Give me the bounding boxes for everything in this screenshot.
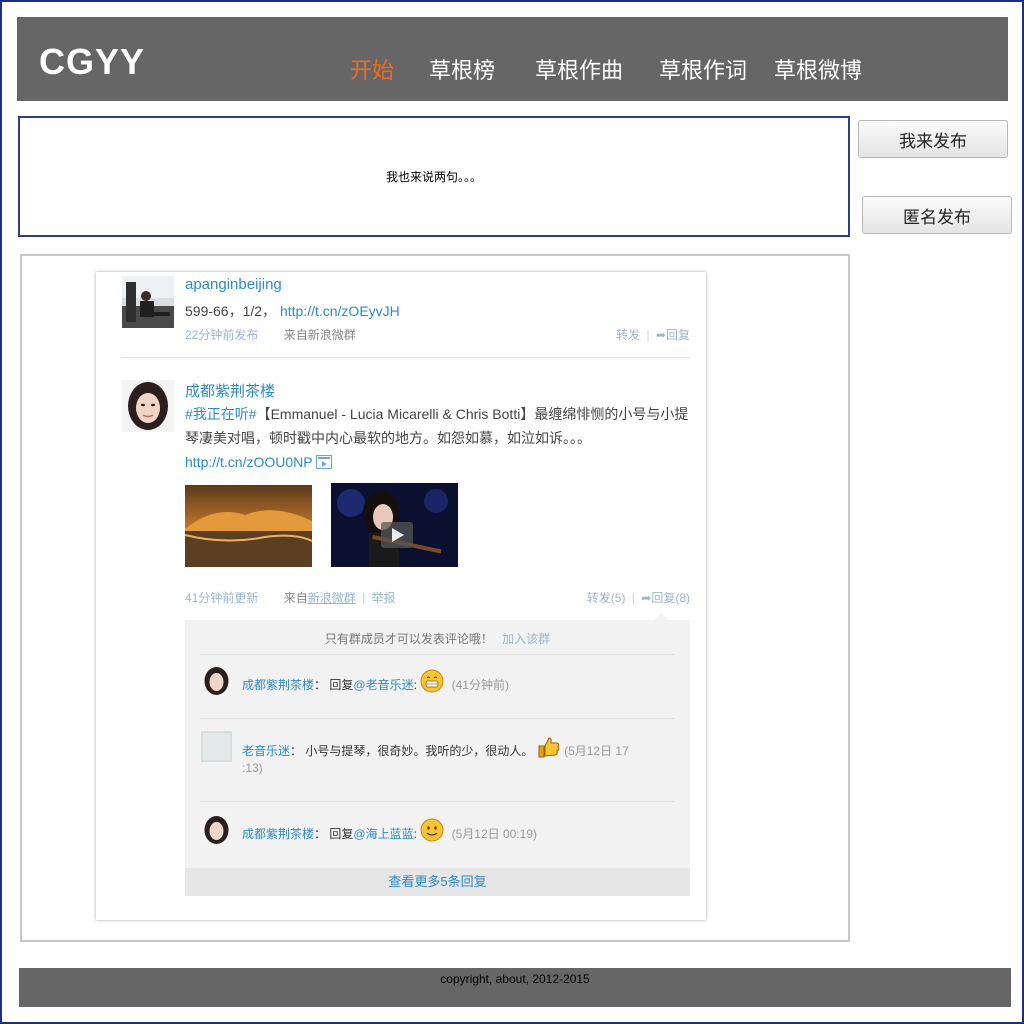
post2-topic[interactable]: #我正在听# xyxy=(185,406,257,422)
post1-source[interactable]: 新浪微群 xyxy=(308,328,356,342)
post1-link[interactable]: http://t.cn/zOEyvJH xyxy=(280,303,400,319)
post1-meta: 22分钟前发布 来自新浪微群 xyxy=(185,326,356,343)
post2-meta: 41分钟前更新 来自新浪微群 | 举报 xyxy=(185,591,396,605)
comments-notice-text: 只有群成员才可以发表评论哦！ xyxy=(324,632,493,646)
comment3-time: (5月12日 00:19) xyxy=(451,827,537,841)
post1-source-prefix: 来自 xyxy=(283,328,308,342)
reply-arrow-icon: ➦ xyxy=(655,328,666,342)
post2-source-prefix: 来自 xyxy=(283,591,308,605)
weibo-card: apanginbeijing 599-66，1/2， http://t.cn/z… xyxy=(96,272,706,920)
post1-text: 599-66，1/2， http://t.cn/zOEyvJH xyxy=(185,299,400,323)
comment3: 成都紫荆茶楼： 回复@海上蓝蓝: (5月12日 00:19) xyxy=(242,818,537,849)
nav-start[interactable]: 开始 xyxy=(350,53,394,85)
post2-source[interactable]: 新浪微群 xyxy=(308,591,356,605)
footer: copyright, about, 2012-2015 xyxy=(19,968,1011,1007)
comment1-avatar[interactable] xyxy=(201,665,232,696)
publish-button[interactable]: 我来发布 xyxy=(858,120,1008,158)
video-link-icon[interactable] xyxy=(316,452,333,476)
post2-video-thumbnail[interactable] xyxy=(331,483,458,567)
nav-weibo[interactable]: 草根微博 xyxy=(774,53,862,85)
comment1-sep: ： xyxy=(314,678,327,692)
post1-reply[interactable]: 回复 xyxy=(666,328,690,342)
comment2-text: 小号与提琴，很奇妙。我听的少，很动人。 xyxy=(305,744,534,758)
footer-text: copyright, about, 2012-2015 xyxy=(440,972,590,986)
comment2: 老音乐迷： 小号与提琴，很奇妙。我听的少，很动人。 (5月12日 17 xyxy=(242,735,629,766)
comments-divider xyxy=(200,718,675,719)
comment2-sep: ： xyxy=(290,744,303,758)
nav-lyrics[interactable]: 草根作词 xyxy=(659,53,747,85)
comments-panel: 只有群成员才可以发表评论哦！ 加入该群 成都紫荆茶楼： 回复@老音乐迷: (41… xyxy=(185,613,690,896)
post1-username[interactable]: apanginbeijing xyxy=(185,276,282,293)
post2-actions: 转发(5) | ➦回复(8) xyxy=(586,591,690,605)
comment3-text: 回复 xyxy=(329,827,354,841)
post2-username[interactable]: 成都紫荆茶楼 xyxy=(185,380,275,401)
comment1-user[interactable]: 成都紫荆茶楼 xyxy=(242,678,314,692)
comment1: 成都紫荆茶楼： 回复@老音乐迷: (41分钟前) xyxy=(242,669,509,700)
post1-avatar[interactable] xyxy=(122,276,174,328)
post2-image-landscape[interactable] xyxy=(185,485,312,567)
comments-notice: 只有群成员才可以发表评论哦！ 加入该群 xyxy=(185,630,690,647)
site-logo[interactable]: CGYY xyxy=(39,41,145,83)
comment1-colon: : xyxy=(413,678,417,692)
comment3-colon: : xyxy=(413,827,417,841)
post2-avatar[interactable] xyxy=(122,380,174,432)
header-bar: CGYY 开始 草根榜 草根作曲 草根作词 草根微博 xyxy=(17,17,1008,101)
compose-placeholder: 我也来说两句。。。 xyxy=(385,170,482,184)
comments-divider xyxy=(200,654,675,655)
comment3-mention[interactable]: @海上蓝蓝 xyxy=(353,827,413,841)
comment2-time-wrap: :13) xyxy=(242,757,263,779)
compose-textarea[interactable]: 我也来说两句。。。 xyxy=(18,116,850,237)
post1-text-prefix: 599-66，1/2， xyxy=(185,303,277,319)
post2-reply[interactable]: 回复(8) xyxy=(651,591,690,605)
nav-compose[interactable]: 草根作曲 xyxy=(535,53,623,85)
comment3-user[interactable]: 成都紫荆茶楼 xyxy=(242,827,314,841)
comments-divider xyxy=(200,801,675,802)
post2-repost[interactable]: 转发(5) xyxy=(587,591,626,605)
comment3-sep: ： xyxy=(314,827,327,841)
comment2-time-b: :13) xyxy=(242,761,263,775)
reply-arrow-icon: ➦ xyxy=(641,591,652,605)
comment1-text: 回复 xyxy=(329,678,354,692)
comment1-time: (41分钟前) xyxy=(451,678,509,692)
grin-emoji-icon xyxy=(420,669,444,700)
comment1-mention[interactable]: @老音乐迷 xyxy=(353,678,413,692)
nav-chart[interactable]: 草根榜 xyxy=(429,53,495,85)
post-divider xyxy=(122,357,690,358)
feed-container: apanginbeijing 599-66，1/2， http://t.cn/z… xyxy=(20,254,850,942)
post1-actions: 转发 | ➦回复 xyxy=(616,328,690,342)
post2-link-start[interactable]: http xyxy=(185,454,208,470)
post2-time[interactable]: 41分钟前更新 xyxy=(185,591,258,605)
join-group-link[interactable]: 加入该群 xyxy=(502,632,550,646)
post1-repost[interactable]: 转发 xyxy=(616,328,640,342)
comment3-avatar[interactable] xyxy=(201,814,232,845)
post2-report[interactable]: 举报 xyxy=(372,591,396,605)
comment2-time-a: (5月12日 17 xyxy=(564,744,629,758)
post2-text: #我正在听#【Emmanuel - Lucia Micarelli & Chri… xyxy=(185,402,691,476)
post1-time[interactable]: 22分钟前发布 xyxy=(185,328,258,342)
thumbs-up-icon xyxy=(537,735,561,766)
smile-emoji-icon xyxy=(420,818,444,849)
anonymous-publish-button[interactable]: 匿名发布 xyxy=(862,196,1012,234)
post2-body: 【Emmanuel - Lucia Micarelli & Chris Bott… xyxy=(185,406,689,446)
comment2-avatar[interactable] xyxy=(201,731,232,762)
comment2-user[interactable]: 老音乐迷 xyxy=(242,744,290,758)
view-more-replies-link[interactable]: 查看更多5条回复 xyxy=(185,868,690,896)
post2-link-end[interactable]: ://t.cn/zOOU0NP xyxy=(208,454,312,470)
